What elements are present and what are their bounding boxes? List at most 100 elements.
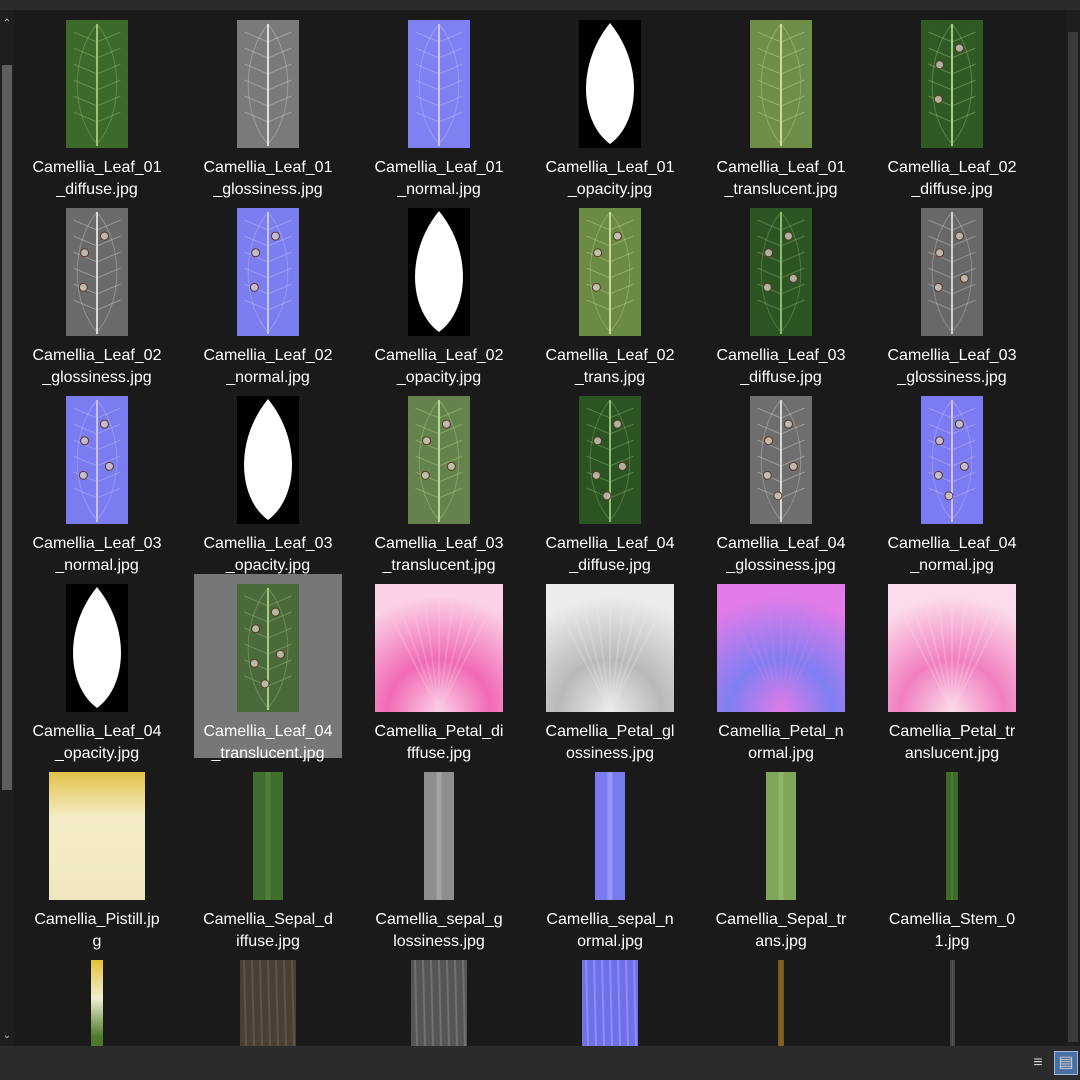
large-icons-view-icon[interactable]: ▤ bbox=[1054, 1051, 1078, 1075]
file-name: Camellia_Leaf_03 _normal.jpg bbox=[23, 533, 171, 577]
file-name: Camellia_Leaf_04 _diffuse.jpg bbox=[536, 533, 684, 577]
file-item[interactable]: Camellia_Leaf_01 _diffuse.jpg bbox=[23, 10, 171, 198]
file-thumbnail bbox=[707, 18, 855, 150]
file-name: Camellia_sepal_g lossiness.jpg bbox=[365, 909, 513, 953]
file-item[interactable]: Camellia_Leaf_04 _glossiness.jpg bbox=[707, 386, 855, 574]
file-item[interactable] bbox=[194, 950, 342, 1046]
thumbnail-image bbox=[579, 20, 641, 148]
file-item[interactable]: Camellia_Leaf_02 _glossiness.jpg bbox=[23, 198, 171, 386]
file-name: Camellia_Stem_0 1.jpg bbox=[878, 909, 1026, 953]
thumbnail-image bbox=[253, 772, 283, 900]
file-name: Camellia_Leaf_02 _trans.jpg bbox=[536, 345, 684, 389]
file-thumbnail bbox=[194, 958, 342, 1046]
file-item[interactable] bbox=[23, 950, 171, 1046]
file-name-line-1: Camellia_sepal_g bbox=[375, 911, 503, 928]
file-item[interactable]: Camellia_Sepal_d iffuse.jpg bbox=[194, 762, 342, 950]
file-item[interactable]: Camellia_Leaf_04 _translucent.jpg bbox=[194, 574, 342, 762]
file-item[interactable]: Camellia_Leaf_03 _diffuse.jpg bbox=[707, 198, 855, 386]
file-item[interactable]: Camellia_Petal_di fffuse.jpg bbox=[365, 574, 513, 762]
right-scrollbar[interactable] bbox=[1066, 10, 1080, 1046]
scroll-up-arrow-icon[interactable]: ⌃ bbox=[0, 18, 14, 30]
file-name-line-1: Camellia_Leaf_02 bbox=[545, 347, 675, 364]
file-item[interactable]: Camellia_Sepal_tr ans.jpg bbox=[707, 762, 855, 950]
file-thumbnail bbox=[365, 206, 513, 338]
file-thumbnail bbox=[707, 770, 855, 902]
file-name: Camellia_Leaf_04 _glossiness.jpg bbox=[707, 533, 855, 577]
right-scrollbar-thumb[interactable] bbox=[1068, 32, 1078, 1042]
file-thumbnail bbox=[707, 582, 855, 714]
file-item[interactable]: Camellia_Leaf_03 _opacity.jpg bbox=[194, 386, 342, 574]
file-name-line-1: Camellia_Leaf_01 bbox=[716, 159, 846, 176]
file-item[interactable]: Camellia_Leaf_04 _normal.jpg bbox=[878, 386, 1026, 574]
file-item[interactable]: Camellia_Leaf_04 _opacity.jpg bbox=[23, 574, 171, 762]
file-thumbnail bbox=[194, 206, 342, 338]
file-name-line-1: Camellia_Leaf_02 bbox=[887, 159, 1017, 176]
file-thumbnail bbox=[878, 18, 1026, 150]
file-item[interactable]: Camellia_Leaf_01 _opacity.jpg bbox=[536, 10, 684, 198]
file-thumbnail bbox=[365, 958, 513, 1046]
file-name: Camellia_Petal_gl ossiness.jpg bbox=[536, 721, 684, 765]
file-thumbnail bbox=[23, 770, 171, 902]
scroll-down-arrow-icon[interactable]: ⌄ bbox=[0, 1030, 14, 1042]
file-name-line-1: Camellia_Leaf_03 bbox=[32, 535, 162, 552]
file-name: Camellia_Leaf_02 _normal.jpg bbox=[194, 345, 342, 389]
file-item[interactable] bbox=[365, 950, 513, 1046]
file-name-line-1: Camellia_Leaf_01 bbox=[32, 159, 162, 176]
file-thumbnail bbox=[878, 770, 1026, 902]
thumbnail-image bbox=[766, 772, 796, 900]
file-item[interactable]: Camellia_Leaf_02 _diffuse.jpg bbox=[878, 10, 1026, 198]
file-item[interactable]: Camellia_Leaf_03 _normal.jpg bbox=[23, 386, 171, 574]
file-name-line-1: Camellia_Leaf_04 bbox=[887, 535, 1017, 552]
thumbnail-image bbox=[750, 20, 812, 148]
file-item[interactable]: Camellia_Leaf_03 _glossiness.jpg bbox=[878, 198, 1026, 386]
file-name: Camellia_Sepal_tr ans.jpg bbox=[707, 909, 855, 953]
file-item[interactable]: Camellia_Leaf_01 _translucent.jpg bbox=[707, 10, 855, 198]
thumbnail-image bbox=[579, 208, 641, 336]
file-thumbnail bbox=[365, 582, 513, 714]
file-thumbnail bbox=[365, 394, 513, 526]
thumbnail-image bbox=[778, 960, 784, 1046]
file-item[interactable]: Camellia_Leaf_04 _diffuse.jpg bbox=[536, 386, 684, 574]
left-scrollbar[interactable]: ⌃ ⌄ bbox=[0, 10, 14, 1046]
file-name: Camellia_Pistill.jp g bbox=[23, 909, 171, 953]
details-view-icon[interactable]: ≡ bbox=[1026, 1051, 1050, 1075]
thumbnail-image bbox=[408, 20, 470, 148]
file-name-line-1: Camellia_Leaf_04 bbox=[545, 535, 675, 552]
file-name: Camellia_Petal_di fffuse.jpg bbox=[365, 721, 513, 765]
file-item[interactable]: Camellia_Petal_n ormal.jpg bbox=[707, 574, 855, 762]
file-item[interactable]: Camellia_sepal_g lossiness.jpg bbox=[365, 762, 513, 950]
file-name-line-1: Camellia_Leaf_02 bbox=[374, 347, 504, 364]
file-item[interactable]: Camellia_Leaf_01 _glossiness.jpg bbox=[194, 10, 342, 198]
thumbnail-image bbox=[66, 20, 128, 148]
left-scrollbar-thumb[interactable] bbox=[2, 65, 12, 790]
file-item[interactable]: Camellia_Pistill.jp g bbox=[23, 762, 171, 950]
file-name-line-1: Camellia_Petal_di bbox=[374, 723, 504, 740]
file-item[interactable]: Camellia_Stem_0 1.jpg bbox=[878, 762, 1026, 950]
file-item[interactable]: Camellia_Leaf_02 _normal.jpg bbox=[194, 198, 342, 386]
thumbnail-image bbox=[375, 584, 503, 712]
thumbnail-image bbox=[237, 208, 299, 336]
file-item[interactable]: Camellia_Leaf_02 _opacity.jpg bbox=[365, 198, 513, 386]
file-name-line-1: Camellia_Leaf_04 bbox=[32, 723, 162, 740]
thumbnail-image bbox=[237, 396, 299, 524]
file-name: Camellia_Leaf_02 _opacity.jpg bbox=[365, 345, 513, 389]
file-item[interactable] bbox=[878, 950, 1026, 1046]
file-item[interactable]: Camellia_Petal_tr anslucent.jpg bbox=[878, 574, 1026, 762]
file-item[interactable] bbox=[707, 950, 855, 1046]
status-bar: ≡ ▤ bbox=[0, 1046, 1080, 1080]
file-thumbnail bbox=[23, 958, 171, 1046]
file-name-line-1: Camellia_Leaf_04 bbox=[716, 535, 846, 552]
file-item[interactable]: Camellia_sepal_n ormal.jpg bbox=[536, 762, 684, 950]
file-item[interactable]: Camellia_Petal_gl ossiness.jpg bbox=[536, 574, 684, 762]
file-name: Camellia_Leaf_01 _normal.jpg bbox=[365, 157, 513, 201]
thumbnail-image bbox=[49, 772, 145, 900]
file-name: Camellia_sepal_n ormal.jpg bbox=[536, 909, 684, 953]
file-name: Camellia_Leaf_03 _glossiness.jpg bbox=[878, 345, 1026, 389]
thumbnail-image bbox=[408, 396, 470, 524]
file-item[interactable]: Camellia_Leaf_02 _trans.jpg bbox=[536, 198, 684, 386]
file-item[interactable] bbox=[536, 950, 684, 1046]
file-item[interactable]: Camellia_Leaf_01 _normal.jpg bbox=[365, 10, 513, 198]
file-name-line-1: Camellia_Leaf_01 bbox=[545, 159, 675, 176]
file-thumbnail bbox=[194, 582, 342, 714]
file-item[interactable]: Camellia_Leaf_03 _translucent.jpg bbox=[365, 386, 513, 574]
